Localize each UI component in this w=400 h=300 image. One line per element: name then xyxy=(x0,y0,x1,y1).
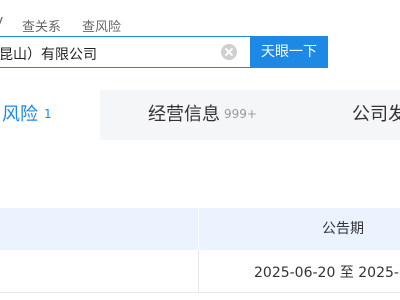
clear-icon[interactable] xyxy=(221,44,237,60)
table-header: 公告期 xyxy=(0,208,400,250)
column-header-announcement-period: 公告期 xyxy=(322,221,364,237)
table-row: 2025-06-20 至 2025-0 xyxy=(0,250,400,293)
search-type-links: V 查关系 查风险 xyxy=(0,16,400,36)
tab-risk-count: 1 xyxy=(44,107,52,121)
search-bar: 昆山）有限公司 天眼一下 xyxy=(0,36,330,70)
column-divider xyxy=(198,208,199,250)
announcement-period-cell: 2025-06-20 至 2025-0 xyxy=(254,265,400,281)
search-type-link-risk[interactable]: 查风险 xyxy=(82,16,121,35)
tab-company-development-label: 公司发 xyxy=(352,104,400,125)
tab-company-development[interactable]: 公司发 xyxy=(352,90,400,140)
search-input-value[interactable]: 昆山）有限公司 xyxy=(0,44,97,64)
search-type-link-partial[interactable]: V xyxy=(0,16,3,31)
tab-business-info-label: 经营信息 xyxy=(148,104,220,125)
search-input[interactable]: 昆山）有限公司 xyxy=(0,36,250,68)
search-type-link-relations[interactable]: 查关系 xyxy=(22,16,61,35)
company-search-page: V 查关系 查风险 昆山）有限公司 天眼一下 风险1 经营信息999+ 公司发 … xyxy=(0,0,400,300)
tab-business-info-count: 999+ xyxy=(224,107,257,121)
tab-risk-label: 风险 xyxy=(2,104,38,125)
column-divider xyxy=(198,250,199,292)
info-tabs: 风险 1 经营信息 999+ 公司发 xyxy=(0,90,400,140)
tab-risk[interactable]: 风险 1 xyxy=(0,90,100,140)
search-button[interactable]: 天眼一下 xyxy=(250,36,328,68)
tab-business-info[interactable]: 经营信息 999+ xyxy=(148,90,257,140)
